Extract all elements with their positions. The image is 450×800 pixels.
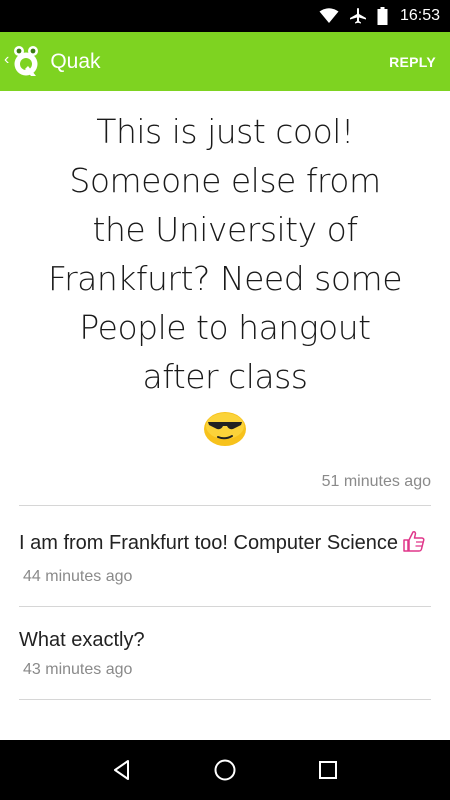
divider — [19, 699, 431, 700]
status-bar: 16:53 — [0, 0, 450, 32]
list-item[interactable]: What exactly? 43 minutes ago — [0, 607, 450, 679]
reply-text: What exactly? — [19, 629, 145, 651]
post-timestamp: 51 minutes ago — [321, 473, 431, 490]
up-navigation-button[interactable]: ‹ Quak — [0, 32, 101, 91]
clock: 16:53 — [399, 7, 440, 24]
reply-text-content: I am from Frankfurt too! Computer Scienc… — [19, 532, 399, 554]
post-text: This is just cool! Someone else from the… — [48, 112, 403, 396]
airplane-mode-icon — [349, 7, 367, 25]
reply-button[interactable]: REPLY — [389, 32, 436, 91]
reply-text: I am from Frankfurt too! Computer Scienc… — [19, 528, 431, 562]
reply-timestamp: 43 minutes ago — [23, 661, 133, 678]
battery-icon — [377, 7, 388, 25]
list-item[interactable]: I am from Frankfurt too! Computer Scienc… — [0, 506, 450, 586]
thread-content[interactable]: This is just cool! Someone else from the… — [0, 91, 450, 740]
home-icon[interactable] — [200, 745, 250, 795]
app-bar: ‹ Quak REPLY — [0, 32, 450, 91]
navigation-bar — [0, 740, 450, 800]
recents-icon[interactable] — [303, 745, 353, 795]
app-title: Quak — [50, 49, 101, 73]
post: This is just cool! Someone else from the… — [0, 107, 450, 491]
thumbs-up-icon — [402, 529, 426, 562]
reply-timestamp: 44 minutes ago — [23, 568, 133, 585]
quak-logo-icon — [10, 45, 42, 79]
back-chevron-icon: ‹ — [4, 50, 10, 68]
sunglasses-emoji — [0, 407, 450, 447]
back-icon[interactable] — [97, 745, 147, 795]
wifi-icon — [319, 8, 339, 24]
